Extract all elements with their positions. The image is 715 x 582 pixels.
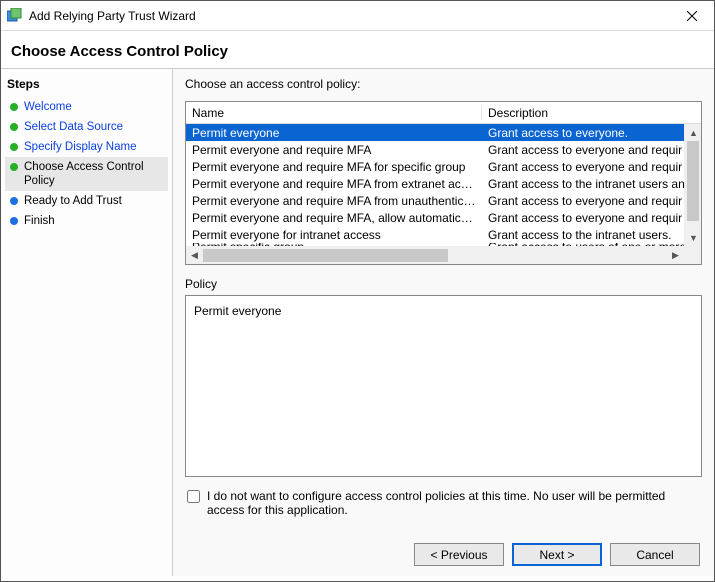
column-name[interactable]: Name	[186, 106, 482, 120]
bullet-done-icon	[9, 142, 19, 152]
step-label: Ready to Add Trust	[24, 194, 122, 208]
window-title: Add Relying Party Trust Wizard	[29, 9, 670, 23]
scroll-left-icon[interactable]: ◀	[186, 247, 203, 264]
cell-description: Grant access to everyone and requir	[482, 160, 684, 174]
close-button[interactable]	[670, 1, 714, 30]
cancel-button[interactable]: Cancel	[610, 543, 700, 566]
cell-description: Grant access to everyone and requir	[482, 143, 684, 157]
step-link[interactable]: Specify Display Name	[24, 140, 136, 154]
opt-out-checkbox[interactable]	[187, 490, 200, 503]
bullet-current-icon	[9, 162, 19, 172]
policy-row[interactable]: Permit everyone Grant access to everyone…	[186, 124, 684, 141]
step-ready-to-add-trust: Ready to Add Trust	[5, 191, 168, 211]
wizard-header: Choose Access Control Policy	[1, 31, 714, 68]
cell-name: Permit everyone and require MFA from ext…	[186, 177, 482, 191]
steps-heading: Steps	[5, 75, 168, 97]
wizard-buttons: < Previous Next > Cancel	[185, 533, 702, 568]
vertical-scrollbar[interactable]: ▲ ▼	[684, 124, 701, 246]
title-bar: Add Relying Party Trust Wizard	[1, 1, 714, 31]
cell-description: Grant access to the intranet users.	[482, 228, 684, 242]
step-link[interactable]: Select Data Source	[24, 120, 123, 134]
bullet-done-icon	[9, 122, 19, 132]
policy-row[interactable]: Permit everyone and require MFA for spec…	[186, 158, 684, 175]
scroll-track[interactable]	[203, 249, 667, 262]
instruction-text: Choose an access control policy:	[185, 77, 702, 91]
steps-sidebar: Steps Welcome Select Data Source Specify…	[1, 69, 173, 576]
cell-description: Grant access to the intranet users an	[482, 177, 684, 191]
policy-details: Permit everyone	[185, 295, 702, 477]
step-label: Choose Access Control Policy	[24, 160, 164, 188]
wizard-body: Steps Welcome Select Data Source Specify…	[1, 68, 714, 576]
scroll-thumb[interactable]	[687, 141, 699, 221]
step-label: Finish	[24, 214, 55, 228]
list-header: Name Description	[186, 102, 701, 124]
policy-row[interactable]: Permit everyone for intranet access Gran…	[186, 226, 684, 243]
policy-row[interactable]: Permit everyone and require MFA from ext…	[186, 175, 684, 192]
step-select-data-source[interactable]: Select Data Source	[5, 117, 168, 137]
opt-out-label[interactable]: I do not want to configure access contro…	[207, 489, 702, 517]
cell-name: Permit everyone and require MFA for spec…	[186, 160, 482, 174]
policy-list[interactable]: Name Description Permit everyone Grant a…	[185, 101, 702, 265]
scroll-down-icon[interactable]: ▼	[685, 229, 702, 246]
cell-description: Grant access to everyone and requir	[482, 194, 684, 208]
step-specify-display-name[interactable]: Specify Display Name	[5, 137, 168, 157]
step-welcome[interactable]: Welcome	[5, 97, 168, 117]
policy-label: Policy	[185, 277, 702, 291]
scroll-up-icon[interactable]: ▲	[685, 124, 702, 141]
cell-name: Permit everyone for intranet access	[186, 228, 482, 242]
cell-name: Permit everyone	[186, 126, 482, 140]
policy-row[interactable]: Permit everyone and require MFA from una…	[186, 192, 684, 209]
policy-row[interactable]: Permit everyone and require MFA Grant ac…	[186, 141, 684, 158]
cell-name: Permit everyone and require MFA	[186, 143, 482, 157]
step-finish: Finish	[5, 211, 168, 231]
app-icon	[7, 8, 23, 24]
bullet-pending-icon	[9, 196, 19, 206]
cell-description: Grant access to everyone and requir	[482, 211, 684, 225]
list-rows: Permit everyone Grant access to everyone…	[186, 124, 701, 246]
close-icon	[687, 11, 697, 21]
horizontal-scrollbar[interactable]: ◀ ▶	[186, 246, 701, 264]
cell-name: Permit everyone and require MFA from una…	[186, 194, 482, 208]
previous-button[interactable]: < Previous	[414, 543, 504, 566]
step-choose-access-control-policy: Choose Access Control Policy	[5, 157, 168, 191]
scroll-corner	[684, 247, 701, 264]
step-link[interactable]: Welcome	[24, 100, 72, 114]
scroll-thumb[interactable]	[203, 249, 448, 262]
next-button[interactable]: Next >	[512, 543, 602, 566]
cell-description: Grant access to everyone.	[482, 126, 684, 140]
column-description[interactable]: Description	[482, 106, 684, 120]
opt-out-row: I do not want to configure access contro…	[185, 489, 702, 517]
main-panel: Choose an access control policy: Name De…	[173, 69, 714, 576]
page-title: Choose Access Control Policy	[11, 43, 702, 60]
bullet-done-icon	[9, 102, 19, 112]
scroll-right-icon[interactable]: ▶	[667, 247, 684, 264]
policy-row[interactable]: Permit everyone and require MFA, allow a…	[186, 209, 684, 226]
bullet-pending-icon	[9, 216, 19, 226]
cell-name: Permit everyone and require MFA, allow a…	[186, 211, 482, 225]
policy-text: Permit everyone	[194, 304, 693, 318]
